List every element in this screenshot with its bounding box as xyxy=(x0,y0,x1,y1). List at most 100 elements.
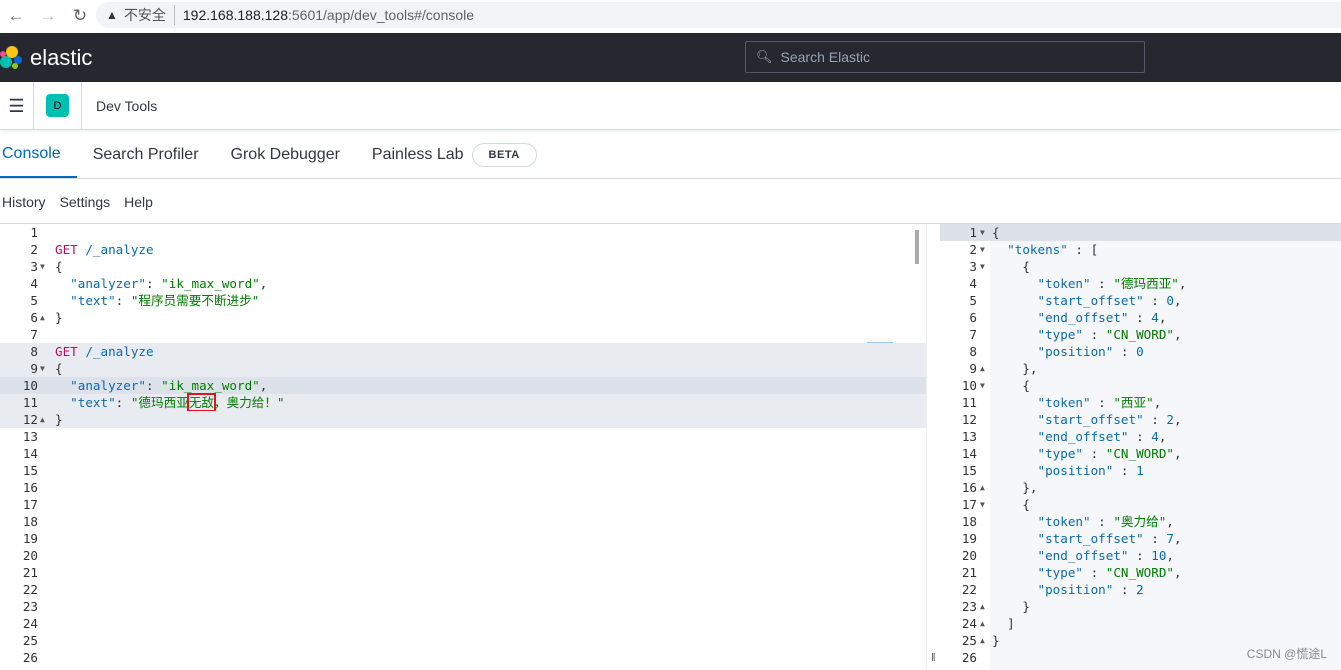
token-num: 4 xyxy=(1151,429,1159,444)
fold-down-icon[interactable]: ▼ xyxy=(980,377,985,394)
code-text: "end_offset" : 10, xyxy=(992,547,1175,564)
settings-button[interactable]: Settings xyxy=(60,194,111,210)
code-line: 7 "type" : "CN_WORD", xyxy=(940,326,1341,343)
token-str: "德玛西亚" xyxy=(1113,276,1179,291)
code-line: 22 xyxy=(0,581,926,598)
line-number: 25 xyxy=(22,633,38,648)
code-line: 5 "start_offset" : 0, xyxy=(940,292,1341,309)
url-host: 192.168.188.128 xyxy=(182,7,288,23)
token-pun: : xyxy=(1113,582,1137,597)
fold-up-icon[interactable]: ▲ xyxy=(40,309,45,326)
token-pun xyxy=(55,395,70,410)
token-pun xyxy=(992,276,1038,291)
line-number: 11 xyxy=(22,395,38,410)
code-text: } xyxy=(55,411,63,428)
code-text: } xyxy=(992,632,1000,649)
token-pun xyxy=(992,310,1038,325)
fold-up-icon[interactable]: ▲ xyxy=(980,360,985,377)
fold-up-icon[interactable]: ▲ xyxy=(980,479,985,496)
menu-icon[interactable]: ☰ xyxy=(0,81,34,130)
token-key: "end_offset" xyxy=(1037,310,1129,325)
token-pun: } xyxy=(992,633,1000,648)
token-pun xyxy=(992,395,1038,410)
tab-search-profiler[interactable]: Search Profiler xyxy=(77,131,215,178)
token-pun xyxy=(55,276,70,291)
token-pun xyxy=(992,463,1038,478)
fold-down-icon[interactable]: ▼ xyxy=(40,360,45,377)
fold-up-icon[interactable]: ▲ xyxy=(40,411,45,428)
code-line: 25 xyxy=(0,632,926,649)
fold-up-icon[interactable]: ▲ xyxy=(980,598,985,615)
line-number: 11 xyxy=(961,395,977,410)
token-pun: , xyxy=(1158,429,1167,444)
fold-up-icon[interactable]: ▲ xyxy=(980,632,985,649)
line-number: 20 xyxy=(961,548,977,563)
token-key: "token" xyxy=(1037,276,1091,291)
line-number: 22 xyxy=(961,582,977,597)
code-line: 21 "type" : "CN_WORD", xyxy=(940,564,1341,581)
console-toolbar: History Settings Help xyxy=(0,180,1341,224)
fold-down-icon[interactable]: ▼ xyxy=(980,224,985,241)
reload-icon[interactable]: ↻ xyxy=(64,6,96,26)
code-line: 26 xyxy=(0,649,926,666)
code-line: 13 "end_offset" : 4, xyxy=(940,428,1341,445)
back-icon[interactable]: ← xyxy=(0,6,32,26)
code-line: 19 "start_offset" : 7, xyxy=(940,530,1341,547)
line-number: 1 xyxy=(969,225,977,240)
pane-splitter[interactable]: ‖ xyxy=(926,224,940,670)
token-pun xyxy=(992,582,1038,597)
code-text: } xyxy=(55,309,63,326)
fold-down-icon[interactable]: ▼ xyxy=(980,241,985,258)
token-str: "西亚" xyxy=(1113,395,1154,410)
line-number: 10 xyxy=(961,378,977,393)
forward-icon[interactable]: → xyxy=(32,6,64,26)
tab-label: Painless Lab xyxy=(371,145,464,163)
token-pun xyxy=(992,429,1038,444)
token-key: "start_offset" xyxy=(1037,531,1144,546)
history-button[interactable]: History xyxy=(2,194,46,210)
request-editor[interactable]: ▷ 🔧︎ 12GET /_analyze3▼{4 "analyzer": "ik… xyxy=(0,224,926,670)
token-str: "程序员需要不断进步" xyxy=(130,293,260,308)
token-key: "token" xyxy=(1037,514,1091,529)
token-pun: { xyxy=(992,378,1030,393)
line-number: 9 xyxy=(969,361,977,376)
fold-up-icon[interactable]: ▲ xyxy=(980,615,985,632)
token-pun xyxy=(55,378,70,393)
token-num: 0 xyxy=(1136,344,1144,359)
token-str: "CN_WORD" xyxy=(1105,446,1174,461)
token-pun xyxy=(992,514,1038,529)
code-line: 7 xyxy=(0,326,926,343)
tab-painless-lab[interactable]: Painless Lab BETA xyxy=(356,131,553,178)
fold-down-icon[interactable]: ▼ xyxy=(40,258,45,275)
code-text: "position" : 1 xyxy=(992,462,1144,479)
tab-grok-debugger[interactable]: Grok Debugger xyxy=(215,131,356,178)
help-button[interactable]: Help xyxy=(124,194,153,210)
address-bar[interactable]: ▲ 不安全 192.168.188.128:5601/app/dev_tools… xyxy=(96,2,1341,28)
token-pun xyxy=(992,548,1038,563)
token-pun: }, xyxy=(992,361,1038,376)
token-num: 2 xyxy=(1136,582,1144,597)
elastic-logo[interactable]: elastic xyxy=(0,45,92,71)
token-pun: : xyxy=(1128,548,1152,563)
response-output: 1 ▼{2 ▼ "tokens" : [3 ▼ {4 "token" : "德玛西亚"… xyxy=(940,224,1341,670)
code-text: "start_offset" : 2, xyxy=(992,411,1182,428)
line-number: 19 xyxy=(22,531,38,546)
fold-down-icon[interactable]: ▼ xyxy=(980,496,985,513)
fold-down-icon[interactable]: ▼ xyxy=(980,258,985,275)
code-line: 18 xyxy=(0,513,926,530)
token-pun xyxy=(992,446,1038,461)
space-avatar[interactable]: D xyxy=(46,94,69,117)
search-input[interactable]: 🔍︎ Search Elastic xyxy=(745,41,1145,73)
token-pun: : xyxy=(1143,531,1167,546)
code-line: 5 "text": "程序员需要不断进步" xyxy=(0,292,926,309)
code-line: 21 xyxy=(0,564,926,581)
line-number: 19 xyxy=(961,531,977,546)
tab-console[interactable]: Console xyxy=(0,131,77,178)
line-number: 24 xyxy=(961,616,977,631)
header: elastic 🔍︎ Search Elastic xyxy=(0,33,1341,82)
token-pun: ] xyxy=(992,616,1015,631)
line-number: 2 xyxy=(30,242,38,257)
code-text: GET /_analyze xyxy=(55,241,154,258)
resize-handle-icon[interactable]: ‖ xyxy=(931,652,936,664)
code-text: { xyxy=(992,224,1000,241)
